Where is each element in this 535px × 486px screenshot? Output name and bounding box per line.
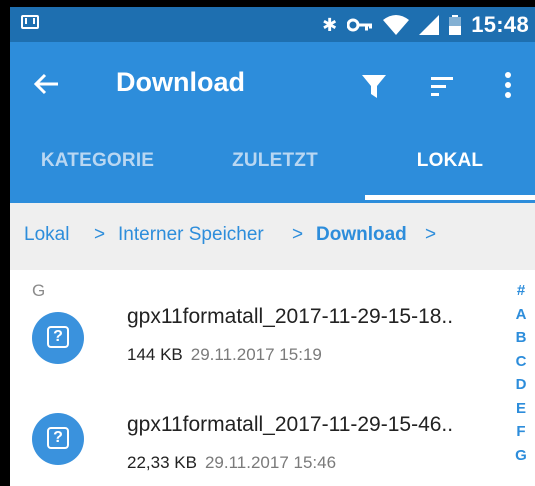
file-name: gpx11formatall_2017-11-29-15-18..: [127, 305, 454, 328]
back-arrow-icon[interactable]: [32, 70, 60, 98]
breadcrumb-separator: >: [425, 224, 437, 245]
vpn-key-icon: [347, 18, 373, 32]
sort-icon[interactable]: [428, 72, 456, 100]
tab-bar: KATEGORIE ZULETZT LOKAL: [10, 127, 535, 203]
screen: ✱ 15:48 Download KATEGORIE ZULETZT LOKAL…: [10, 7, 535, 486]
filter-icon[interactable]: [360, 72, 388, 100]
battery-icon: [449, 15, 462, 35]
notification-icon: [21, 15, 39, 29]
file-meta: 22,33 KB 29.11.2017 15:46: [127, 453, 336, 473]
index-letter[interactable]: A: [512, 303, 530, 327]
breadcrumb-lokal[interactable]: Lokal: [24, 224, 69, 246]
wifi-icon: [383, 15, 410, 35]
file-size: 144 KB: [127, 345, 183, 364]
index-letter[interactable]: G: [512, 444, 530, 468]
app-bar: Download: [10, 42, 535, 127]
unknown-file-icon: ?: [32, 413, 84, 465]
more-options-icon[interactable]: [502, 70, 514, 100]
page-title: Download: [116, 67, 245, 97]
status-icons: ✱ 15:48: [322, 12, 529, 37]
status-bar: ✱ 15:48: [10, 7, 535, 42]
tab-lokal[interactable]: LOKAL: [365, 127, 535, 203]
index-letter[interactable]: #: [512, 279, 530, 303]
breadcrumb-separator: >: [94, 224, 106, 245]
alphabet-index[interactable]: # A B C D E F G: [512, 279, 530, 467]
file-size: 22,33 KB: [127, 453, 197, 472]
breadcrumb-separator: >: [292, 224, 304, 245]
breadcrumb-download[interactable]: Download: [316, 224, 407, 246]
bluetooth-icon: ✱: [322, 15, 338, 35]
clock: 15:48: [471, 12, 529, 37]
tab-zuletzt[interactable]: ZULETZT: [185, 127, 365, 203]
device-frame: ✱ 15:48 Download KATEGORIE ZULETZT LOKAL…: [0, 0, 535, 486]
breadcrumb-interner-speicher[interactable]: Interner Speicher: [118, 224, 264, 246]
unknown-file-icon: ?: [32, 312, 84, 364]
breadcrumb: Lokal > Interner Speicher > Download >: [10, 203, 535, 270]
file-date: 29.11.2017 15:46: [204, 453, 337, 472]
file-name: gpx11formatall_2017-11-29-15-46..: [127, 413, 454, 436]
tab-kategorie[interactable]: KATEGORIE: [10, 127, 185, 203]
index-letter[interactable]: B: [512, 326, 530, 350]
index-letter[interactable]: E: [512, 397, 530, 421]
active-tab-indicator: [365, 195, 535, 200]
section-header: G: [32, 281, 46, 300]
file-date: 29.11.2017 15:19: [190, 345, 322, 364]
index-letter[interactable]: D: [512, 373, 530, 397]
index-letter[interactable]: F: [512, 420, 530, 444]
file-meta: 144 KB 29.11.2017 15:19: [127, 345, 322, 365]
index-letter[interactable]: C: [512, 350, 530, 374]
cell-signal-icon: [419, 15, 440, 35]
